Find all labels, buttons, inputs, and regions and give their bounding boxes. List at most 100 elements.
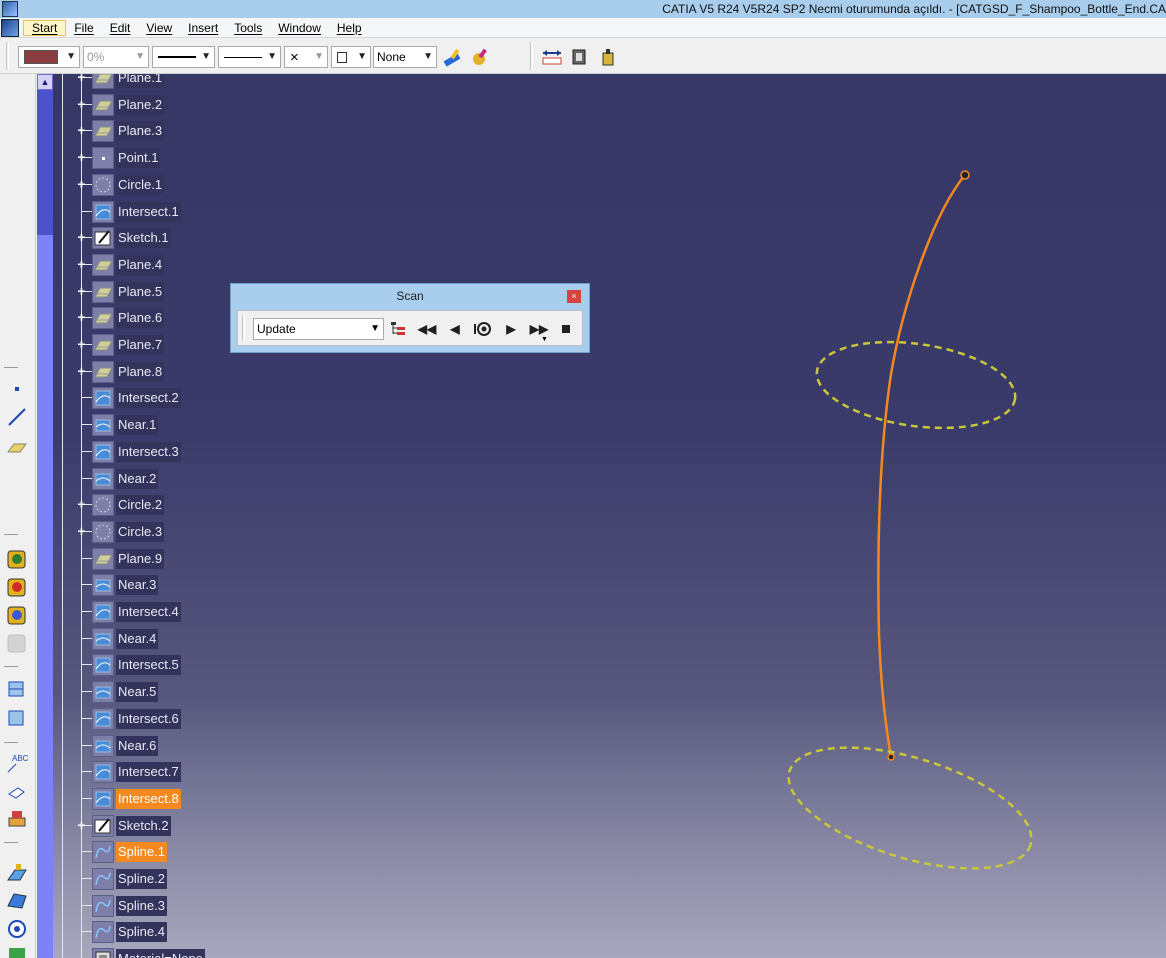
- tree-node-label[interactable]: Intersect.4: [116, 602, 181, 622]
- toolbar-overflow-icon[interactable]: ▼: [541, 336, 548, 343]
- graph-icon[interactable]: [388, 319, 410, 339]
- first-icon[interactable]: ◀◀: [416, 319, 438, 339]
- tree-node-label[interactable]: Intersect.7: [116, 762, 181, 783]
- spline-end-point[interactable]: [887, 753, 895, 761]
- tree-node-label[interactable]: Circle.2: [116, 495, 165, 516]
- boundary-tool-icon[interactable]: [6, 918, 28, 940]
- tree-node-label[interactable]: Circle.1: [116, 174, 165, 195]
- tree-scrollbar[interactable]: ▲: [37, 74, 53, 958]
- tree-node-label[interactable]: Spline.2: [116, 869, 167, 889]
- expand-plus-icon[interactable]: +: [75, 230, 88, 244]
- tree-node-label[interactable]: Spline.4: [116, 922, 167, 943]
- scroll-up-icon[interactable]: ▲: [37, 74, 53, 90]
- expand-plus-icon[interactable]: +: [75, 337, 88, 351]
- apply-material-icon[interactable]: [6, 808, 28, 830]
- toolbar-grip[interactable]: [530, 42, 533, 70]
- flag-note-icon[interactable]: [6, 780, 28, 802]
- catia-app-icon[interactable]: [2, 1, 18, 17]
- tree-node-label[interactable]: Plane.9: [116, 548, 165, 569]
- expand-plus-icon[interactable]: +: [75, 123, 88, 137]
- tree-node-label[interactable]: Sketch.1: [116, 228, 171, 249]
- menu-insert[interactable]: Insert: [180, 21, 226, 35]
- tree-node-label[interactable]: Spline.3: [116, 895, 167, 916]
- fill-color-dropdown[interactable]: ▼: [18, 46, 80, 68]
- tree-node-label[interactable]: Intersect.6: [116, 708, 181, 729]
- tree-node-label[interactable]: Material=None: [116, 949, 205, 958]
- scan-mode-select[interactable]: Update ▼: [253, 318, 384, 340]
- expand-plus-icon[interactable]: +: [75, 284, 88, 298]
- trim-tool-icon[interactable]: [6, 706, 28, 728]
- spline-start-point[interactable]: [960, 170, 970, 180]
- point-tool-icon[interactable]: [6, 378, 28, 400]
- step-icon[interactable]: [472, 319, 494, 339]
- tree-node-label[interactable]: Plane.4: [116, 254, 165, 275]
- line-thickness-dropdown[interactable]: ▼: [152, 46, 215, 68]
- expand-plus-icon[interactable]: +: [75, 364, 88, 378]
- menu-edit[interactable]: Edit: [102, 21, 139, 35]
- tree-node-label[interactable]: Near.1: [116, 415, 159, 436]
- expand-plus-icon[interactable]: +: [75, 524, 88, 538]
- tree-node-label[interactable]: Plane.3: [116, 121, 165, 142]
- next-icon[interactable]: ▶: [500, 319, 522, 339]
- join-tool-icon[interactable]: [6, 890, 28, 912]
- tree-node-label[interactable]: Plane.6: [116, 308, 165, 329]
- menu-help[interactable]: Help: [329, 21, 370, 35]
- line-tool-icon[interactable]: [6, 406, 28, 428]
- blend-tool-icon[interactable]: [6, 604, 28, 626]
- line-type-dropdown[interactable]: ▼: [218, 46, 281, 68]
- close-icon[interactable]: ×: [567, 290, 581, 303]
- document-icon[interactable]: [1, 18, 19, 37]
- split-tool-icon[interactable]: [6, 678, 28, 700]
- expand-plus-icon[interactable]: +: [75, 150, 88, 164]
- toolbar-grip[interactable]: [6, 42, 9, 70]
- circle-2-dashed[interactable]: [811, 330, 1020, 439]
- tree-node-label[interactable]: Point.1: [116, 148, 161, 169]
- scrollbar-thumb[interactable]: [37, 90, 53, 235]
- menu-view[interactable]: View: [138, 21, 180, 35]
- sweep-tool-icon[interactable]: [6, 548, 28, 570]
- tree-node-label[interactable]: Near.5: [116, 682, 159, 703]
- circle-3-dashed[interactable]: [775, 723, 1045, 892]
- tree-node-label[interactable]: Sketch.2: [116, 815, 171, 836]
- tree-node-label[interactable]: Intersect.3: [116, 441, 181, 462]
- menu-window[interactable]: Window: [270, 21, 329, 35]
- 3d-viewport[interactable]: + Plane.1 + Plane.2 + Plane.3 + Point.1 + Circle.…: [53, 74, 1166, 958]
- extract-tool-icon[interactable]: [6, 862, 28, 884]
- expand-plus-icon[interactable]: +: [75, 257, 88, 271]
- menu-start[interactable]: Start: [23, 19, 67, 36]
- tree-node-label[interactable]: Intersect.1: [116, 201, 181, 222]
- point-symbol-dropdown[interactable]: × ▼: [284, 46, 328, 68]
- tree-node-label[interactable]: Near.4: [116, 628, 159, 649]
- menu-file[interactable]: File: [66, 21, 101, 35]
- layer-dropdown[interactable]: None ▼: [373, 46, 437, 68]
- annotation-text-icon[interactable]: ABC: [6, 752, 29, 774]
- measure-inertia-icon[interactable]: [596, 46, 620, 68]
- menu-tools[interactable]: Tools: [226, 21, 270, 35]
- tree-node-label[interactable]: Plane.1: [116, 74, 165, 88]
- tree-node-label[interactable]: Intersect.8: [116, 788, 181, 809]
- plane-tool-icon[interactable]: [6, 436, 28, 458]
- expand-plus-icon[interactable]: +: [75, 497, 88, 511]
- tree-node-label[interactable]: Near.2: [116, 468, 159, 489]
- tree-node-label[interactable]: Near.3: [116, 575, 159, 596]
- tree-node-label[interactable]: Plane.8: [116, 361, 165, 382]
- tree-node-label[interactable]: Plane.7: [116, 335, 165, 355]
- tree-node-label[interactable]: Spline.1: [116, 842, 167, 863]
- measure-item-icon[interactable]: [568, 46, 592, 68]
- tree-node-label[interactable]: Intersect.5: [116, 655, 181, 676]
- painter-icon[interactable]: [440, 46, 464, 68]
- stop-icon[interactable]: [555, 319, 577, 339]
- tree-node-label[interactable]: Circle.3: [116, 521, 165, 542]
- expand-plus-icon[interactable]: +: [75, 177, 88, 191]
- expand-plus-icon[interactable]: +: [75, 310, 88, 324]
- previous-icon[interactable]: ◀: [444, 319, 466, 339]
- tree-node-label[interactable]: Intersect.2: [116, 388, 181, 409]
- measure-between-icon[interactable]: [540, 46, 564, 68]
- expand-plus-icon[interactable]: +: [75, 74, 88, 84]
- tree-node-label[interactable]: Near.6: [116, 735, 159, 756]
- tree-node-label[interactable]: Plane.5: [116, 281, 165, 302]
- tree-node-label[interactable]: Plane.2: [116, 94, 165, 115]
- toolbar-grip[interactable]: [242, 315, 245, 341]
- fill-tool-icon[interactable]: [6, 576, 28, 598]
- expand-plus-icon[interactable]: +: [75, 97, 88, 111]
